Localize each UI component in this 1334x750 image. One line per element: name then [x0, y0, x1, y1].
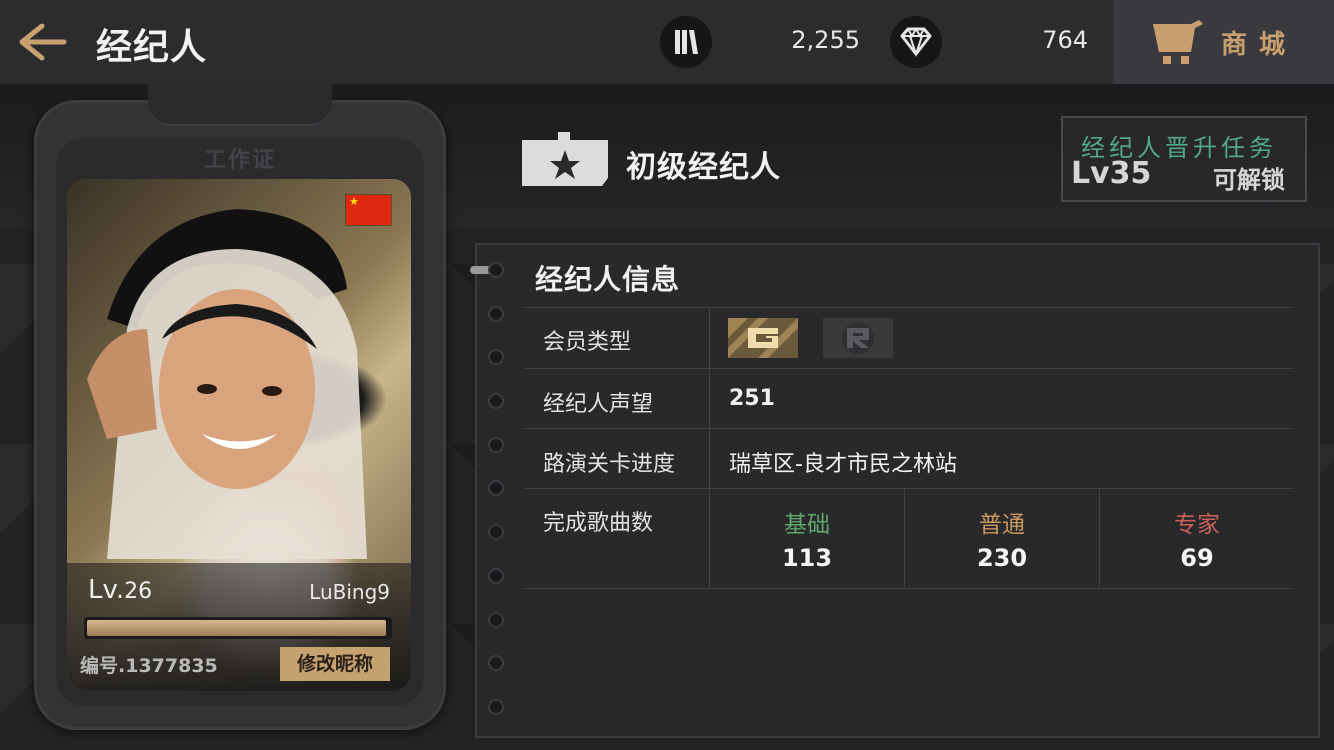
songs-expert-value: 69 [1180, 544, 1214, 572]
stage-progress-value: 瑞草区-良才市民之林站 [729, 452, 957, 477]
divider [524, 588, 1294, 589]
top-bar: 经纪人 2,255 764 商城 [0, 0, 1334, 84]
back-arrow-icon[interactable] [14, 18, 70, 66]
binder-hole [488, 699, 504, 715]
shop-cart-icon [1151, 18, 1205, 70]
country-flag-china: ★ [346, 195, 391, 225]
xp-progress-bar [84, 617, 392, 639]
rename-button[interactable]: 修改昵称 [280, 647, 390, 681]
page-title: 经纪人 [96, 27, 208, 68]
shop-label: 商城 [1221, 30, 1298, 60]
divider [524, 307, 1294, 308]
currency-a-value: 2,255 [791, 26, 860, 54]
rank-badge-icon [522, 130, 608, 186]
bars-currency-icon [660, 16, 712, 68]
songs-basic-label: 基础 [784, 512, 830, 538]
player-id: 编号.1377835 [80, 655, 218, 677]
divider [524, 488, 1294, 489]
binder-hole [488, 349, 504, 365]
membership-label: 会员类型 [543, 330, 632, 355]
songs-basic-value: 113 [781, 544, 833, 572]
rank-title: 初级经纪人 [626, 150, 781, 185]
binder-hole [488, 480, 504, 496]
promotion-unlock-label: 可解锁 [1213, 166, 1285, 194]
songs-normal-value: 230 [976, 544, 1028, 572]
divider [524, 428, 1294, 429]
stage-progress-label: 路演关卡进度 [543, 452, 676, 477]
binder-hole [488, 568, 504, 584]
agent-info-title: 经纪人信息 [535, 263, 681, 296]
work-badge-label: 工作证 [203, 148, 276, 173]
shop-button[interactable]: 商城 [1113, 0, 1334, 84]
binder-hole [488, 393, 504, 409]
badge-clip [148, 84, 332, 126]
divider [524, 368, 1294, 369]
player-level: Lv.26 [88, 575, 153, 605]
xp-progress-fill [87, 620, 386, 636]
diamond-icon [890, 16, 942, 68]
currency-b-value: 764 [1042, 26, 1088, 54]
promotion-task-button[interactable]: 经纪人晋升任务 Lv35 可解锁 [1061, 116, 1307, 202]
binder-hole [488, 306, 504, 322]
songs-expert-label: 专家 [1174, 512, 1220, 538]
reputation-value: 251 [729, 386, 775, 411]
songs-completed-label: 完成歌曲数 [543, 511, 654, 536]
reputation-label: 经纪人声望 [543, 392, 654, 417]
membership-gray-badge-icon [823, 318, 893, 358]
binder-hole [488, 655, 504, 671]
promotion-level: Lv35 [1071, 156, 1152, 191]
binder-hole [488, 524, 504, 540]
binder-hole [488, 612, 504, 628]
binder-hole [488, 437, 504, 453]
agent-info-panel [475, 243, 1320, 738]
membership-gold-badge-icon [728, 318, 798, 358]
binder-hole [488, 262, 504, 278]
player-name: LuBing9 [309, 580, 390, 604]
songs-normal-label: 普通 [979, 512, 1025, 538]
